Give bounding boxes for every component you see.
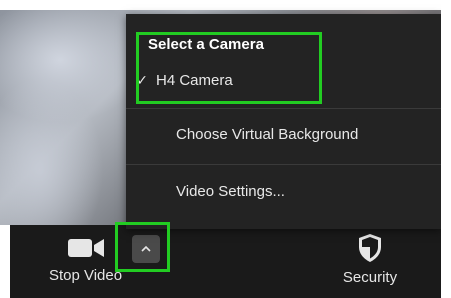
camera-dropdown-menu: Select a Camera ✓ H4 Camera Choose Virtu… [126,14,441,229]
caret-up-icon [141,245,151,252]
stop-video-button[interactable]: Stop Video [38,235,133,284]
select-camera-heading: Select a Camera [148,36,264,53]
screenshot-margin-right [441,0,451,298]
choose-virtual-background-item[interactable]: Choose Virtual Background [126,114,441,154]
security-label: Security [342,269,398,286]
video-settings-item[interactable]: Video Settings... [126,171,441,211]
checkmark-icon: ✓ [136,71,148,88]
choose-virtual-background-label: Choose Virtual Background [176,125,359,143]
meeting-toolbar: Stop Video Security [10,225,441,298]
video-settings-label: Video Settings... [176,182,285,200]
shield-icon [359,234,381,262]
menu-divider [126,108,441,109]
camera-option-h4[interactable]: ✓ H4 Camera [126,60,441,100]
security-button[interactable]: Security [330,233,410,286]
video-options-caret-button[interactable] [132,235,160,263]
stop-video-label: Stop Video [48,267,123,284]
camera-option-label: H4 Camera [156,71,233,89]
menu-divider [126,164,441,165]
video-camera-icon [67,239,104,257]
screenshot-margin-top [0,0,451,10]
